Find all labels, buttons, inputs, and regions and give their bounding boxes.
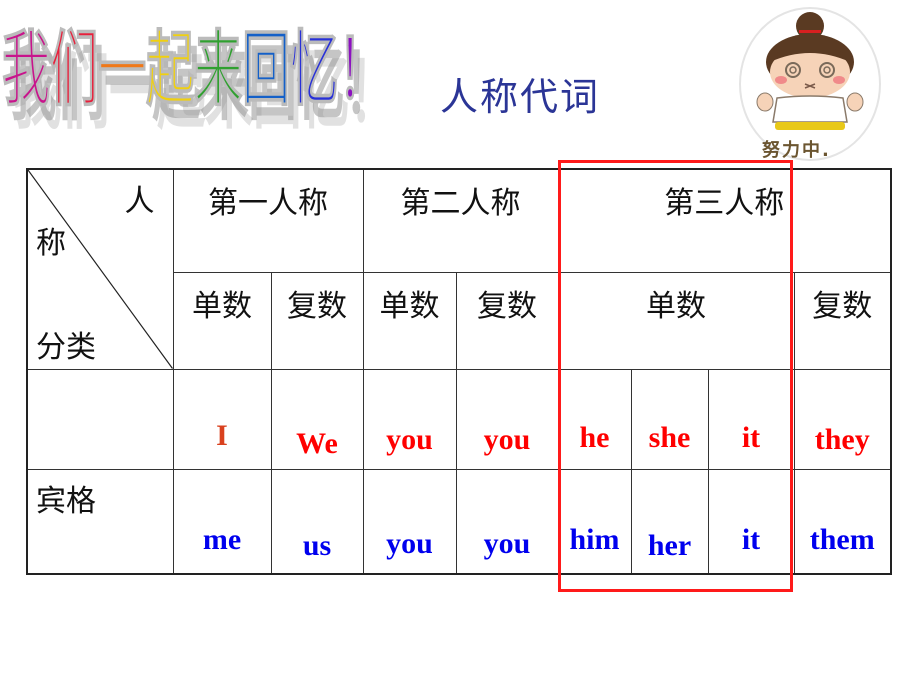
pronoun-cell: I: [172, 368, 272, 470]
header-second-person-label: 第二人称: [400, 186, 521, 221]
row-label-cell: [26, 368, 174, 470]
pronoun: him: [569, 523, 620, 556]
table-row-subject: I We you you he she it they: [26, 368, 892, 470]
wordart-title: 我 们 一 起 来 回 忆 ！: [2, 2, 387, 152]
header-singular: 单数: [557, 271, 795, 370]
pronoun: you: [483, 527, 531, 560]
pronoun: she: [648, 420, 691, 454]
pronoun-cell: him: [557, 468, 632, 575]
mascot-caption: 努力中.: [762, 140, 831, 161]
header-singular: 单数: [172, 271, 272, 370]
pronoun: it: [741, 420, 761, 454]
table-row-object: 宾格 me us you you him her it them: [26, 468, 892, 575]
pronoun: they: [814, 422, 870, 456]
header-first-person: 第一人称: [172, 168, 364, 273]
header-plural: 复数: [270, 271, 364, 370]
number-label: 复数: [287, 288, 347, 324]
pronoun-cell: they: [793, 368, 892, 470]
corner-label-cheng: 称: [36, 226, 66, 261]
wordart-char: 来: [194, 21, 243, 118]
wordart-char: 们: [50, 21, 99, 118]
header-third-person: 第三人称: [557, 168, 892, 273]
pronoun-cell: it: [707, 368, 795, 470]
wordart-char: 忆: [290, 21, 339, 118]
pronoun: them: [809, 523, 875, 556]
corner-label-category: 分类: [36, 330, 96, 365]
pronoun-cell: her: [630, 468, 709, 575]
pronoun: he: [579, 420, 610, 454]
page-subtitle: 人称代词: [440, 75, 601, 119]
wordart-char: 回: [242, 21, 291, 118]
number-label: 复数: [812, 288, 873, 324]
pronoun-cell: us: [270, 468, 364, 575]
number-label: 单数: [646, 288, 706, 324]
header-singular: 单数: [362, 271, 457, 370]
pronoun-cell: you: [455, 468, 559, 575]
pronoun-table: 人 称 分类 第一人称 第二人称 第三人称 单数 复数 单数 复数 单数 复数 …: [26, 168, 892, 575]
pronoun: I: [216, 418, 228, 452]
pronoun: us: [302, 529, 332, 562]
pronoun: it: [741, 523, 761, 556]
pronoun: you: [386, 527, 433, 560]
wordart-char: ！: [338, 21, 387, 118]
header-plural: 复数: [793, 271, 892, 370]
header-second-person: 第二人称: [362, 168, 559, 273]
wordart-char: 一: [98, 21, 147, 118]
corner-label-person: 人: [124, 184, 155, 219]
pronoun: me: [202, 523, 242, 556]
number-label: 复数: [477, 288, 537, 324]
pronoun: you: [483, 422, 531, 456]
row-label: 宾格: [36, 483, 96, 519]
row-label-cell: 宾格: [26, 468, 174, 575]
pronoun: her: [647, 529, 692, 562]
pronoun-cell: you: [455, 368, 559, 470]
pronoun-cell: you: [362, 368, 457, 470]
pronoun-cell: she: [630, 368, 709, 470]
pronoun-cell: you: [362, 468, 457, 575]
wordart-char: 起: [146, 21, 195, 118]
pronoun-cell: them: [793, 468, 892, 575]
corner-header-cell: 人 称 分类: [26, 168, 174, 370]
header-third-person-label: 第三人称: [664, 186, 785, 221]
pronoun: We: [296, 426, 338, 460]
wordart-char: 我: [2, 21, 51, 118]
pronoun-cell: he: [557, 368, 632, 470]
header-plural: 复数: [455, 271, 559, 370]
pronoun-cell: We: [270, 368, 364, 470]
number-label: 单数: [192, 288, 252, 324]
pronoun: you: [386, 422, 433, 456]
pronoun-cell: it: [707, 468, 795, 575]
number-label: 单数: [379, 288, 440, 324]
pronoun-cell: me: [172, 468, 272, 575]
header-first-person-label: 第一人称: [208, 186, 328, 221]
